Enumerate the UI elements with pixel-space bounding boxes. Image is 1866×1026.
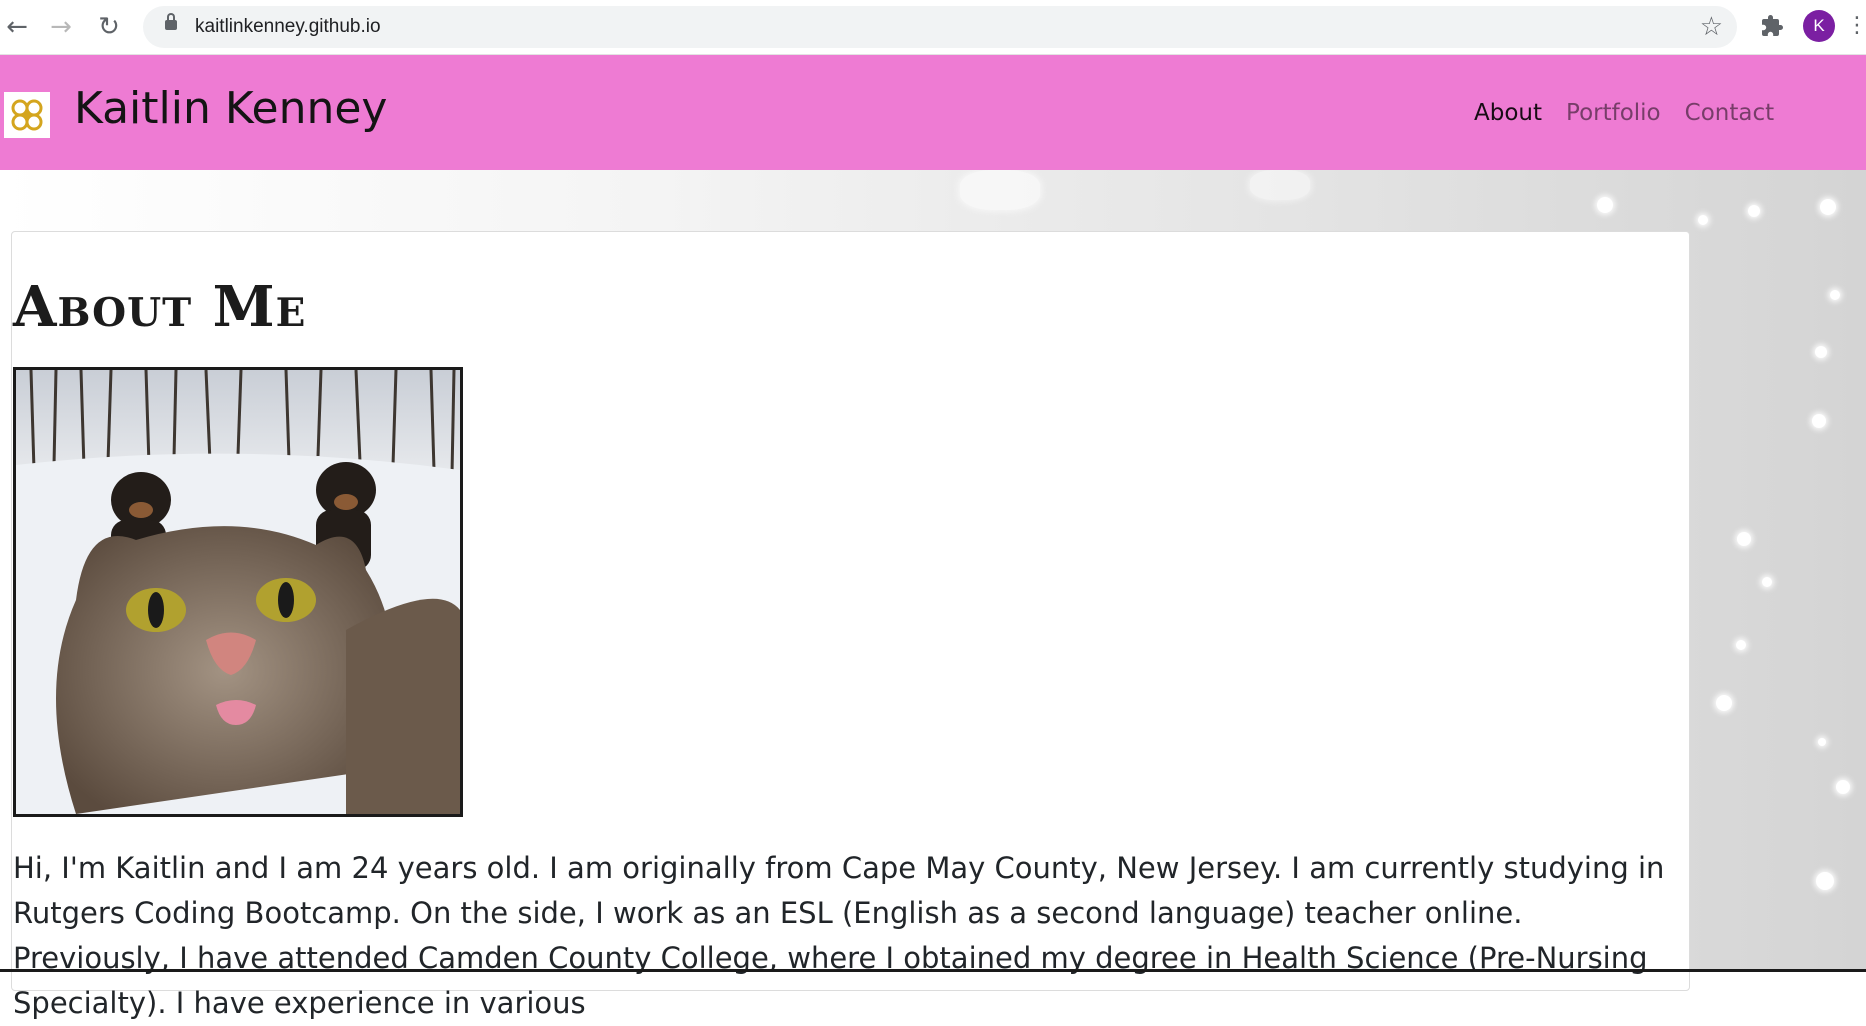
about-card: About Me Hi, I'm Kaitlin and I am 24 yea…	[11, 231, 1690, 1020]
site-navbar: Kaitlin Kenney About Portfolio Contact	[0, 55, 1866, 170]
browser-toolbar: ← → ↻ kaitlinkenney.github.io ☆ K ⋮	[0, 0, 1866, 55]
nav-link-portfolio[interactable]: Portfolio	[1566, 100, 1661, 126]
sparkle	[1748, 205, 1760, 217]
sparkle	[1818, 738, 1826, 746]
bio-text: Hi, I'm Kaitlin and I am 24 years old. I…	[13, 851, 1665, 1020]
sparkle	[1830, 290, 1840, 300]
sparkle-burst	[1250, 170, 1310, 200]
cat-selfie-image	[16, 370, 460, 814]
back-arrow-icon[interactable]: ←	[0, 10, 34, 44]
sparkle	[1812, 414, 1826, 428]
main-nav: About Portfolio Contact	[1474, 100, 1774, 126]
sparkle	[1698, 215, 1708, 225]
sparkle	[1736, 640, 1746, 650]
profile-avatar[interactable]: K	[1803, 10, 1835, 42]
url-text[interactable]: kaitlinkenney.github.io	[195, 16, 381, 38]
sparkle-burst	[960, 170, 1040, 210]
profile-photo	[13, 367, 463, 817]
address-bar[interactable]: kaitlinkenney.github.io ☆	[143, 6, 1737, 48]
sparkle	[1737, 532, 1751, 546]
lock-icon[interactable]	[165, 13, 177, 30]
logo-icon[interactable]	[4, 92, 50, 138]
sparkle	[1820, 199, 1836, 215]
sparkle	[1815, 346, 1827, 358]
star-icon[interactable]: ☆	[1700, 12, 1723, 42]
page-title: About Me	[13, 274, 307, 340]
nav-link-about[interactable]: About	[1474, 100, 1542, 126]
celtic-knot-logo	[11, 99, 43, 131]
nav-link-contact[interactable]: Contact	[1685, 100, 1774, 126]
sparkle	[1816, 872, 1834, 890]
menu-icon[interactable]: ⋮	[1846, 12, 1866, 40]
sparkle	[1762, 577, 1772, 587]
sparkle	[1716, 695, 1732, 711]
forward-arrow-icon[interactable]: →	[44, 10, 78, 44]
sparkle	[1836, 780, 1850, 794]
puzzle-extension-svg	[1762, 15, 1783, 36]
reload-icon[interactable]: ↻	[92, 10, 126, 44]
sparkle	[1597, 197, 1613, 213]
brand-name[interactable]: Kaitlin Kenney	[74, 83, 387, 134]
puzzle-extension-icon[interactable]	[1758, 12, 1786, 40]
